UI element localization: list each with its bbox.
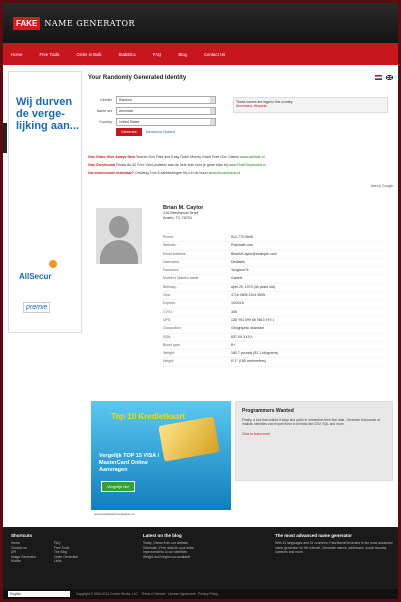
text-ad[interactable]: Gov Grant Give Aways Now Search Gov Paid… (88, 155, 393, 160)
detail-row: Height: 6' 1" (185 centimeters) (163, 358, 388, 367)
footer-blog: Latest on the blog Today | News from our… (143, 533, 253, 559)
country-select[interactable]: United States (116, 117, 216, 126)
text-ad[interactable]: Gao Greyhound Friday 8u 50 Frm! Vind pro… (88, 163, 393, 168)
footer-about: The most advanced name generator With 31… (275, 533, 393, 555)
advanced-options-link[interactable]: Advanced Options (146, 130, 175, 134)
nameset-label: Name set (96, 108, 112, 113)
allsecur-logo: AllSecur (19, 272, 52, 281)
country-label: Country (99, 119, 112, 124)
detail-row: Occupation: Geographic assistant (163, 325, 388, 334)
detail-row: Phone: 512-770-9846 (163, 234, 388, 243)
address-line: Austin, TX 78701 (163, 216, 193, 220)
footer-link[interactable]: Links (54, 559, 78, 564)
detail-row: Email Address: BrianMCaylor@example.com (163, 251, 388, 259)
detail-row: Mother's Maiden name: Garrett (163, 275, 388, 284)
detail-row: UPS: 1Z6 Y51 599 66 0813 979 1 (163, 317, 388, 326)
flag-nl-icon[interactable] (375, 75, 382, 80)
detail-row: SSN: 637-09-XXXX (163, 334, 388, 342)
main-nav: Home Free Tools Order in Bulk Statistics… (3, 43, 398, 65)
language-select[interactable]: English (8, 591, 70, 597)
sidebar-ad[interactable]: Wij durven de verge-lijking aan... AllSe… (8, 71, 82, 333)
allsecur-logo-icon (49, 260, 57, 268)
logo-name-generator: NAME GENERATOR (44, 18, 136, 28)
detail-row: Username: Disilasits (163, 259, 388, 268)
site-footer: Shortcuts Home Contact us API Image Gene… (3, 527, 398, 589)
detail-row: Visa: 4716 0605 2104 9695 (163, 292, 388, 301)
nav-blog[interactable]: Blog (178, 52, 187, 57)
main-content: Your Randomly Generated Identity Gender … (88, 75, 393, 367)
person-header: Brian M. Caylor 216 Brentwood Drive Aust… (163, 205, 203, 221)
sidebar-ad-text: Wij durven de verge-lijking aan... (16, 96, 79, 132)
footer-about-text: With 31 languages and 31 countries, Fake… (275, 541, 393, 554)
ads-by-google[interactable]: Ads by Google (371, 184, 393, 188)
ad2-cta-button[interactable]: Vergelijk Nu! (101, 481, 136, 492)
ad2-body: Vergelijk TOP 15 VISA / MasterCard Onlin… (99, 453, 160, 473)
detail-row: Password: Yuoghoo7e (163, 267, 388, 276)
detail-row: Birthday: April 25, 1970 (44 years old) (163, 284, 388, 293)
programmers-box: Programmers Wanted Finally, a tool that … (235, 401, 393, 481)
text-ads: Gov Grant Give Aways Now Search Gov Paid… (88, 155, 393, 179)
ad2-footer: www.kredietkaartvergelijker.be (91, 510, 231, 519)
flag-uk-icon[interactable] (386, 75, 393, 80)
generator-form: Gender Random Name set American Country … (88, 95, 228, 136)
nav-order-in-bulk[interactable]: Order in Bulk (76, 52, 101, 57)
ad2-title: Top 10 Kredietkaart (111, 412, 186, 421)
footer-link[interactable]: Mobile (11, 559, 36, 564)
site-header: FAKE NAME GENERATOR (3, 3, 398, 43)
footer-shortcuts: Shortcuts Home Contact us API Image Gene… (11, 533, 78, 564)
text-ad[interactable]: Uw droomhome makelaar? Ontvang 3 tot 6 a… (88, 171, 393, 176)
detail-row: Website: Publinate.com (163, 242, 388, 251)
copyright-text: Copyright © 2006-2014 Corban Works, LLC.… (76, 592, 219, 596)
footer-heading: Shortcuts (11, 533, 33, 538)
site-logo[interactable]: FAKE NAME GENERATOR (13, 16, 135, 30)
nav-free-tools[interactable]: Free Tools (39, 52, 59, 57)
generate-button[interactable]: Generate (116, 128, 142, 136)
nav-faq[interactable]: FAQ (153, 52, 162, 57)
language-flags (375, 75, 393, 80)
premie-badge: premie (23, 302, 51, 313)
gender-label: Gender (100, 97, 112, 102)
detail-row: Expires: 10/2016 (163, 300, 388, 309)
footer-heading: The most advanced name generator (275, 533, 353, 538)
detail-row: CVV2: 306 (163, 309, 388, 317)
programmers-title: Programmers Wanted (242, 408, 294, 414)
page-title: Your Randomly Generated Identity (88, 75, 187, 81)
page: FAKE NAME GENERATOR Home Free Tools Orde… (3, 3, 398, 599)
programmers-desc: Finally, a tool that makes it easy and q… (242, 418, 380, 427)
detail-row: Weight: 180.7 pounds (82.1 kilograms) (163, 350, 388, 359)
gender-select[interactable]: Random (116, 95, 216, 104)
logo-fake: FAKE (13, 16, 41, 30)
legal-note: These names are legal in this country: A… (233, 97, 388, 113)
programmers-link[interactable]: Click to learn more (242, 432, 386, 436)
detail-row: Blood type: B+ (163, 342, 388, 351)
kredietkaart-ad[interactable]: Top 10 Kredietkaart Vergelijk TOP 15 VIS… (91, 401, 231, 519)
bottom-bar: English Copyright © 2006-2014 Corban Wor… (3, 589, 398, 599)
nav-statistics[interactable]: Statistics (119, 52, 136, 57)
nameset-select[interactable]: American (116, 106, 216, 115)
avatar (96, 208, 142, 264)
nav-contact-us[interactable]: Contact Us (204, 52, 225, 57)
identity-details: Phone: 512-770-9846 Website: Publinate.com… (163, 234, 388, 367)
note-line2[interactable]: Americans, Hispanic (236, 104, 385, 108)
left-strip (3, 123, 7, 153)
footer-heading: Latest on the blog (143, 533, 182, 538)
nav-home[interactable]: Home (11, 52, 22, 57)
blog-item[interactable]: Weight and height now available (143, 555, 253, 560)
